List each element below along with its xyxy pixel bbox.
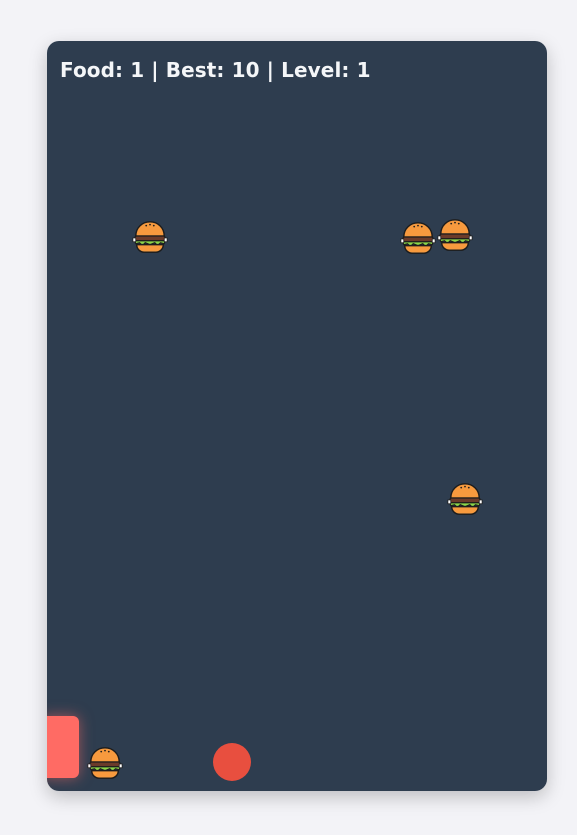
burger-icon [86,744,124,782]
burger-icon [436,216,474,254]
ball [213,743,251,781]
player-paddle[interactable] [47,716,79,778]
game-board[interactable]: Food: 1 | Best: 10 | Level: 1 [47,41,547,791]
score-display: Food: 1 | Best: 10 | Level: 1 [60,58,371,82]
burger-icon [131,218,169,256]
burger-icon [399,219,437,257]
burger-icon [446,480,484,518]
